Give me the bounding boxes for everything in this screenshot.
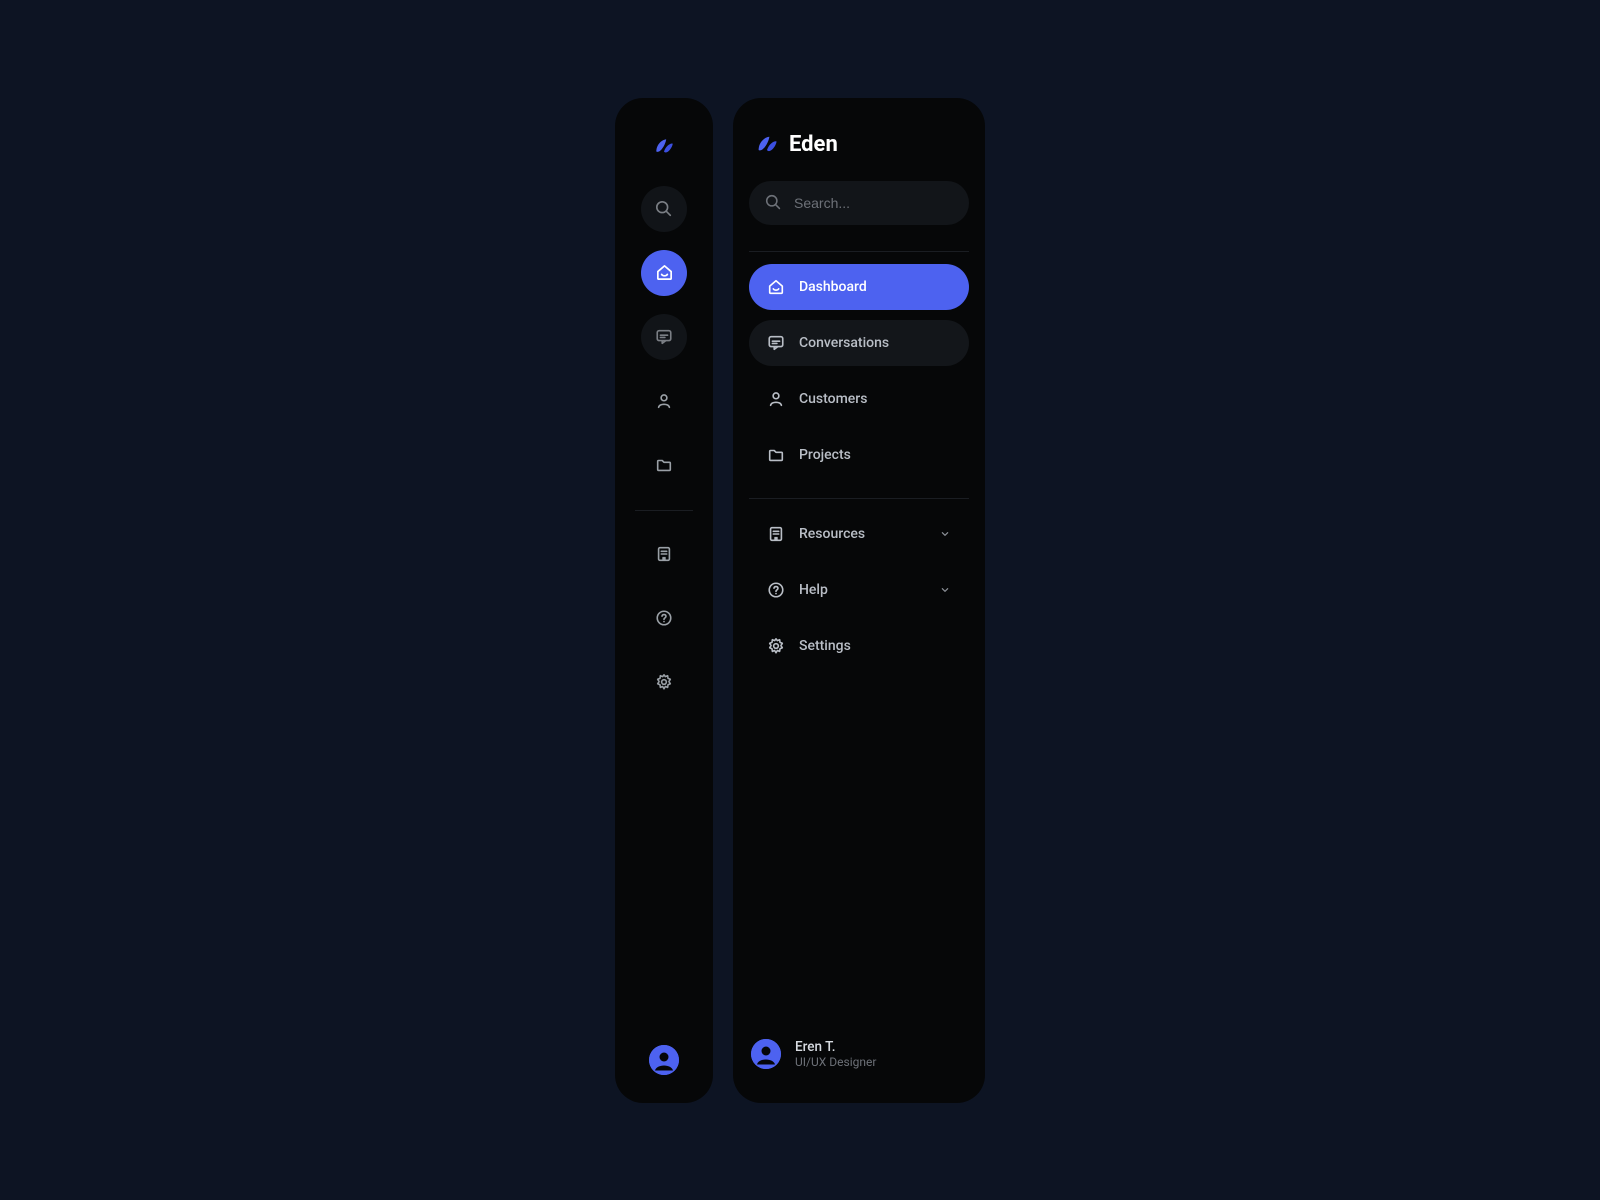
nav-settings[interactable]: Settings [749, 623, 969, 669]
user-icon [767, 390, 785, 408]
nav-divider [749, 251, 969, 252]
brand-name: Eden [789, 132, 838, 157]
folder-icon [767, 446, 785, 464]
folder-icon [655, 456, 673, 474]
avatar[interactable] [649, 1045, 679, 1075]
nav-settings[interactable] [641, 659, 687, 705]
search-button[interactable] [641, 186, 687, 232]
nav-help[interactable]: Help [749, 567, 969, 613]
logo-icon [650, 132, 678, 160]
nav-label: Resources [799, 526, 865, 542]
nav-resources[interactable]: Resources [749, 511, 969, 557]
brand: Eden [755, 132, 963, 157]
help-icon [655, 609, 673, 627]
user-icon [655, 392, 673, 410]
nav-help[interactable] [641, 595, 687, 641]
home-icon [767, 278, 785, 296]
chevron-down-icon [939, 528, 951, 540]
sidebar-collapsed [615, 98, 713, 1103]
nav-conversations[interactable]: Conversations [749, 320, 969, 366]
nav-label: Help [799, 582, 828, 598]
profile-role: UI/UX Designer [795, 1055, 876, 1069]
chat-icon [655, 328, 673, 346]
search-input[interactable] [749, 181, 969, 225]
gear-icon [767, 637, 785, 655]
help-icon [767, 581, 785, 599]
nav-dashboard[interactable]: Dashboard [749, 264, 969, 310]
book-icon [655, 545, 673, 563]
chat-icon [767, 334, 785, 352]
nav-label: Dashboard [799, 279, 867, 295]
avatar [751, 1039, 781, 1069]
profile-name: Eren T. [795, 1039, 876, 1055]
nav-divider [749, 498, 969, 499]
nav-conversations[interactable] [641, 314, 687, 360]
search-icon [765, 194, 782, 211]
nav-label: Conversations [799, 335, 889, 351]
nav-label: Projects [799, 447, 851, 463]
nav-label: Customers [799, 391, 867, 407]
nav-resources[interactable] [641, 531, 687, 577]
nav-projects[interactable]: Projects [749, 432, 969, 478]
nav-customers[interactable] [641, 378, 687, 424]
nav-customers[interactable]: Customers [749, 376, 969, 422]
sidebar-expanded: Eden Dashboard Conversations Customers P… [733, 98, 985, 1103]
chevron-down-icon [939, 584, 951, 596]
gear-icon [655, 673, 673, 691]
nav-dashboard[interactable] [641, 250, 687, 296]
book-icon [767, 525, 785, 543]
profile[interactable]: Eren T. UI/UX Designer [749, 1039, 969, 1075]
logo-icon [755, 133, 779, 155]
nav-label: Settings [799, 638, 851, 654]
nav-divider [635, 510, 693, 511]
search-icon [655, 200, 673, 218]
search-field[interactable] [794, 195, 975, 211]
home-icon [655, 263, 674, 282]
nav-projects[interactable] [641, 442, 687, 488]
